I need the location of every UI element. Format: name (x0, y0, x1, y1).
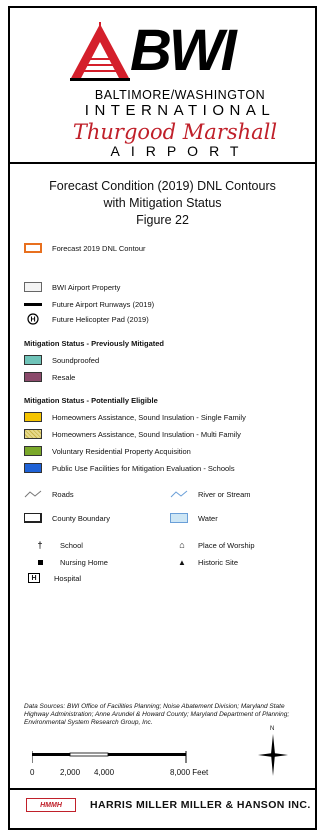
legend-contour: Forecast 2019 DNL Contour (24, 241, 146, 255)
school-icon: † (37, 540, 43, 550)
figure-title-line1: Forecast Condition (2019) DNL Contours (49, 179, 276, 193)
legend-water: Water (170, 511, 218, 525)
legend-multi-family: Homeowners Assistance, Sound Insulation … (24, 427, 241, 441)
multi-family-swatch (24, 429, 42, 439)
logo-line-baltimore: BALTIMORE/WASHINGTON (94, 88, 266, 102)
legend-label: Hospital (54, 573, 82, 583)
hmmh-logo: HMMH (26, 798, 76, 812)
figure-title-line2: with Mitigation Status (103, 196, 222, 210)
legend-school: † School (34, 538, 83, 552)
figure-number: Figure 22 (136, 213, 189, 227)
acquisition-swatch (24, 446, 42, 456)
legend-soundproofed: Soundproofed (24, 353, 99, 367)
legend-label: Homeowners Assistance, Sound Insulation … (52, 429, 241, 439)
legend-label: Historic Site (198, 557, 239, 567)
legend-airport-property: BWI Airport Property (24, 280, 120, 294)
logo-line-thurgood: Thurgood Marshall (72, 120, 278, 144)
logo-line-international: INTERNATIONAL (84, 102, 276, 119)
legend-label: Resale (52, 372, 76, 382)
logo-line-airport: AIRPORT (110, 143, 250, 159)
legend-label: Forecast 2019 DNL Contour (52, 243, 146, 253)
data-sources: Data Sources: BWI Office of Facilities P… (24, 703, 290, 726)
single-family-swatch (24, 412, 42, 422)
road-line-icon (24, 490, 42, 498)
legend-label: River or Stream (198, 489, 251, 499)
legend-single-family: Homeowners Assistance, Sound Insulation … (24, 410, 246, 424)
nursing-home-icon (34, 559, 46, 565)
legend-label: Place of Worship (198, 540, 255, 550)
historic-site-icon: ▲ (178, 557, 186, 567)
legend-label: BWI Airport Property (52, 282, 121, 292)
legend-label: Water (198, 513, 218, 523)
legend-future-runway: Future Airport Runways (2019) (24, 297, 154, 311)
legend-label: Future Airport Runways (2019) (52, 299, 155, 309)
contour-swatch (24, 243, 42, 253)
legend-helicopter-pad: H Future Helicopter Pad (2019) (24, 312, 149, 326)
legend-label: Homeowners Assistance, Sound Insulation … (52, 412, 246, 422)
legend-worship: ⌂ Place of Worship (176, 538, 255, 552)
bwi-wordmark: BWI (130, 18, 237, 83)
legend-panel: BWI BALTIMORE/WASHINGTON INTERNATIONAL T… (8, 6, 317, 830)
legend-label: Future Helicopter Pad (2019) (52, 314, 149, 324)
hospital-icon: H (28, 573, 40, 583)
legend-roads: Roads (24, 487, 74, 501)
legend-label: Public Use Facilities for Mitigation Eva… (52, 463, 235, 473)
legend-river: River or Stream (170, 487, 251, 501)
scale-tick-2000: 2,000 (60, 768, 81, 777)
legend-label: Nursing Home (60, 557, 108, 567)
legend-label: Roads (52, 489, 74, 499)
legend-label: Soundproofed (52, 355, 100, 365)
legend-hospital: H Hospital (28, 571, 81, 585)
worship-icon: ⌂ (179, 540, 185, 550)
legend-label: County Boundary (52, 513, 110, 523)
legend-historic: ▲ Historic Site (176, 555, 238, 569)
terminal-roof-logo (70, 22, 130, 81)
legend-acquisition: Voluntary Residential Property Acquisiti… (24, 444, 191, 458)
scale-tick-8000: 8,000 Feet (170, 768, 209, 777)
bwi-logo: BWI BALTIMORE/WASHINGTON INTERNATIONAL T… (10, 8, 315, 159)
legend-nursing: Nursing Home (34, 555, 108, 569)
legend-label: Voluntary Residential Property Acquisiti… (52, 446, 191, 456)
schools-swatch (24, 463, 42, 473)
scale-tick-0: 0 (30, 768, 35, 777)
svg-text:H: H (30, 317, 35, 324)
helipad-icon: H (27, 313, 39, 325)
scale-tick-4000: 4,000 (94, 768, 115, 777)
divider (10, 788, 315, 790)
section-header-potentially-eligible: Mitigation Status - Potentially Eligible (24, 396, 158, 405)
scale-bar-graphic (31, 751, 187, 763)
water-swatch (170, 513, 188, 523)
divider (10, 162, 315, 164)
north-arrow-icon (258, 734, 288, 776)
legend-county: County Boundary (24, 511, 110, 525)
airport-property-swatch (24, 282, 42, 292)
resale-swatch (24, 372, 42, 382)
river-line-icon (170, 490, 188, 498)
county-boundary-swatch (24, 513, 42, 523)
firm-name: HARRIS MILLER MILLER & HANSON INC. (90, 799, 311, 811)
legend-label: School (60, 540, 83, 550)
legend-resale: Resale (24, 370, 75, 384)
legend-schools: Public Use Facilities for Mitigation Eva… (24, 461, 235, 475)
soundproofed-swatch (24, 355, 42, 365)
section-header-previously-mitigated: Mitigation Status - Previously Mitigated (24, 339, 165, 348)
runway-line-icon (24, 302, 42, 306)
